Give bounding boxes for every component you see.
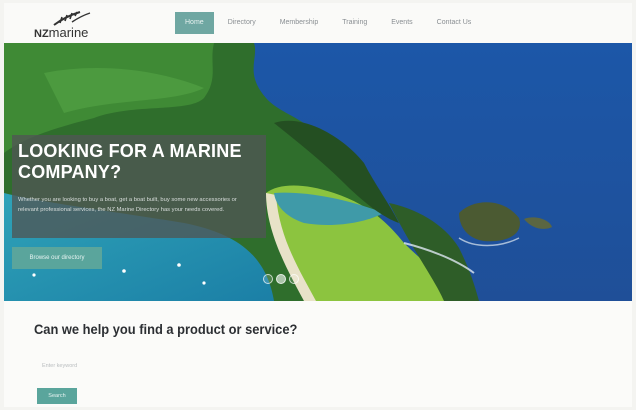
slide-dot-3[interactable] <box>289 274 299 284</box>
page: NZmarine Home Directory Membership Train… <box>4 3 632 407</box>
search-heading: Can we help you find a product or servic… <box>34 321 298 337</box>
slide-indicators <box>263 274 302 284</box>
site-header: NZmarine Home Directory Membership Train… <box>4 3 632 43</box>
slide-dot-1[interactable] <box>263 274 273 284</box>
hero-panel: LOOKING FOR A MARINE COMPANY? Whether yo… <box>12 135 266 238</box>
nav-item-directory[interactable]: Directory <box>218 12 266 34</box>
hero-title: LOOKING FOR A MARINE COMPANY? <box>18 141 242 182</box>
nav-item-membership[interactable]: Membership <box>270 12 329 34</box>
hero-banner: LOOKING FOR A MARINE COMPANY? Whether yo… <box>4 43 632 301</box>
slide-dot-2[interactable] <box>276 274 286 284</box>
fern-icon <box>53 11 91 26</box>
search-input[interactable] <box>34 358 270 374</box>
nav-item-training[interactable]: Training <box>332 12 377 34</box>
nav-item-events[interactable]: Events <box>381 12 422 34</box>
main-nav: Home Directory Membership Training Event… <box>175 11 485 35</box>
logo-text: NZmarine <box>34 25 88 40</box>
nav-item-home[interactable]: Home <box>175 12 214 34</box>
logo-name: marine <box>48 25 89 40</box>
search-button[interactable]: Search <box>37 388 77 404</box>
browse-directory-button[interactable]: Browse our directory <box>12 247 102 269</box>
nav-item-contact-us[interactable]: Contact Us <box>427 12 482 34</box>
hero-description: Whether you are looking to buy a boat, g… <box>18 197 237 213</box>
logo-prefix: NZ <box>34 28 49 40</box>
nz-marine-logo[interactable]: NZmarine <box>34 10 104 40</box>
